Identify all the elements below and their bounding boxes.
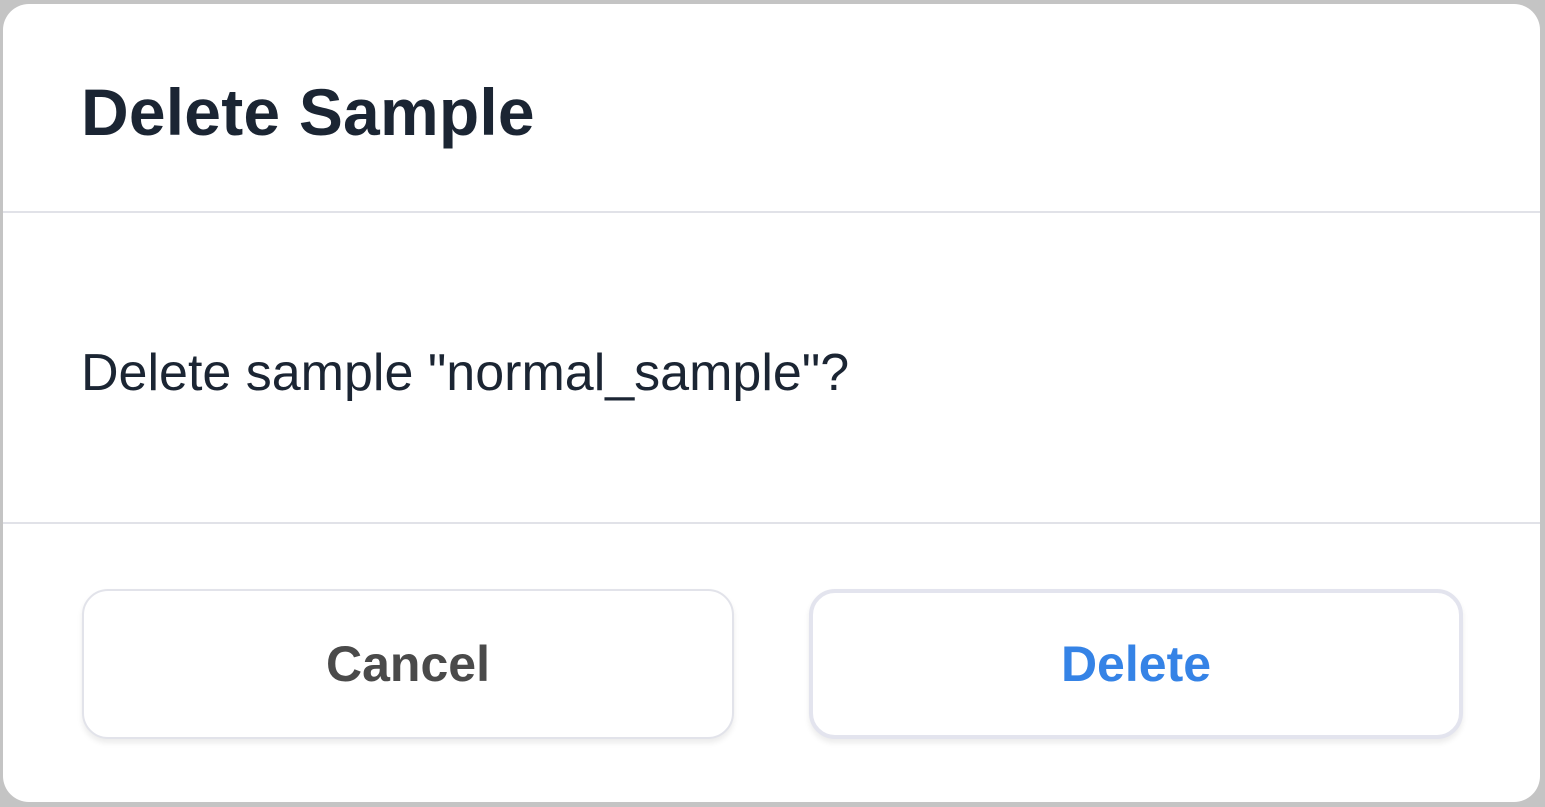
dialog-footer: Cancel Delete: [3, 524, 1540, 802]
dialog-header: Delete Sample: [3, 4, 1540, 213]
cancel-button[interactable]: Cancel: [82, 589, 734, 739]
dialog-title: Delete Sample: [81, 75, 535, 149]
dialog-message: Delete sample "normal_sample"?: [81, 344, 850, 402]
delete-button[interactable]: Delete: [809, 589, 1463, 739]
delete-sample-dialog: Delete Sample Delete sample "normal_samp…: [3, 4, 1540, 802]
dialog-body: Delete sample "normal_sample"?: [3, 213, 1540, 524]
